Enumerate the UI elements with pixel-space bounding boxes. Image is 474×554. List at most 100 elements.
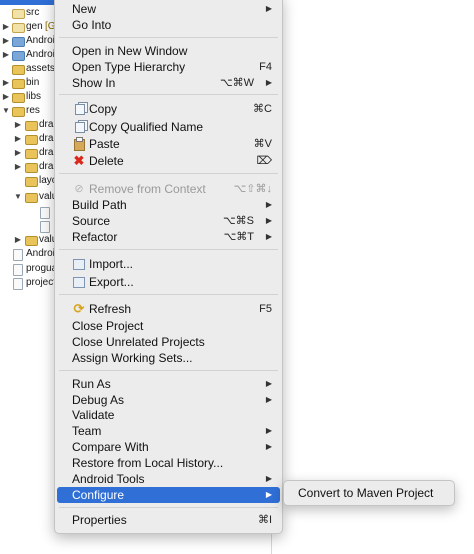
menu-separator <box>59 370 278 371</box>
folder-icon <box>12 65 25 75</box>
menu-separator <box>59 249 278 250</box>
menu-separator <box>59 37 278 38</box>
submenu-arrow-icon: ▶ <box>265 78 272 87</box>
tree-item-xml-file[interactable] <box>0 205 60 219</box>
folder-icon <box>25 149 38 159</box>
menu-item-show-in[interactable]: Show In ⌥⌘W ▶ <box>55 75 282 91</box>
menu-item-build-path[interactable]: Build Path ▶ <box>55 197 282 213</box>
expand-arrow-icon[interactable]: ▶ <box>14 233 22 247</box>
tree-item-proguard[interactable]: progua <box>0 262 60 276</box>
copy-icon <box>75 104 85 115</box>
export-icon <box>73 277 85 288</box>
expand-arrow-icon[interactable]: ▶ <box>2 34 10 48</box>
menu-item-import[interactable]: Import... <box>55 256 282 272</box>
menu-item-close-unrelated-projects[interactable]: Close Unrelated Projects <box>55 334 282 350</box>
menu-item-source[interactable]: Source ⌥⌘S ▶ <box>55 213 282 229</box>
tree-item-gen[interactable]: ▶ gen [G <box>0 20 60 34</box>
menu-item-properties[interactable]: Properties ⌘I <box>55 512 282 528</box>
menu-item-configure[interactable]: Configure ▶ <box>57 487 280 503</box>
tree-item-bin[interactable]: ▶ bin <box>0 76 60 90</box>
tree-item-android-lib[interactable]: ▶ Androi <box>0 34 60 48</box>
expand-arrow-icon[interactable]: ▶ <box>2 48 10 62</box>
menu-item-open-type-hierarchy[interactable]: Open Type Hierarchy F4 <box>55 59 282 75</box>
refresh-icon: ⟳ <box>73 301 85 316</box>
expand-arrow-icon[interactable]: ▶ <box>2 90 10 104</box>
submenu-arrow-icon: ▶ <box>265 4 272 13</box>
tree-item-drawable[interactable]: ▶ dra <box>0 118 60 132</box>
expand-arrow-icon[interactable]: ▶ <box>14 132 22 146</box>
menu-item-open-in-new-window[interactable]: Open in New Window <box>55 43 282 59</box>
submenu-arrow-icon: ▶ <box>265 216 272 225</box>
menu-item-debug-as[interactable]: Debug As ▶ <box>55 392 282 408</box>
remove-context-icon: ⊘ <box>74 183 84 195</box>
tree-item-values[interactable]: ▼ valu <box>0 190 60 204</box>
menu-separator <box>59 507 278 508</box>
tree-item-project-properties[interactable]: project <box>0 276 60 290</box>
menu-item-remove-from-context: ⊘ Remove from Context ⌥⇧⌘↓ <box>74 182 272 196</box>
context-menu: New ▶ Go Into Open in New Window Open Ty… <box>54 0 283 534</box>
expand-arrow-icon[interactable]: ▶ <box>14 118 22 132</box>
menu-item-copy[interactable]: Copy ⌘C <box>55 101 282 117</box>
file-icon <box>13 264 23 276</box>
folder-icon <box>12 107 25 117</box>
source-folder-icon <box>12 9 25 19</box>
menu-item-restore-local-history[interactable]: Restore from Local History... <box>55 455 282 471</box>
tree-item-drawable[interactable]: ▶ dra <box>0 160 60 174</box>
folder-icon <box>25 163 38 173</box>
tree-item-res[interactable]: ▼ res <box>0 104 60 118</box>
menu-item-convert-to-maven[interactable]: Convert to Maven Project <box>298 486 433 500</box>
menu-item-compare-with[interactable]: Compare With ▶ <box>55 439 282 455</box>
menu-item-assign-working-sets[interactable]: Assign Working Sets... <box>55 350 282 366</box>
expand-arrow-icon[interactable]: ▶ <box>2 76 10 90</box>
tree-item-android-manifest[interactable]: Androi <box>0 247 60 261</box>
source-folder-icon <box>12 23 25 33</box>
expand-arrow-icon[interactable]: ▶ <box>14 146 22 160</box>
expand-arrow-icon[interactable]: ▶ <box>2 20 10 34</box>
folder-icon <box>25 177 38 187</box>
menu-item-copy-qualified-name[interactable]: Copy Qualified Name <box>55 119 282 135</box>
menu-item-android-tools[interactable]: Android Tools ▶ <box>55 471 282 487</box>
file-icon <box>13 249 23 261</box>
submenu-arrow-icon: ▶ <box>265 490 272 499</box>
tree-item-assets[interactable]: assets <box>0 62 60 76</box>
menu-item-close-project[interactable]: Close Project <box>55 318 282 334</box>
collapse-arrow-icon[interactable]: ▼ <box>2 104 10 118</box>
menu-item-paste[interactable]: Paste ⌘V <box>55 136 282 152</box>
menu-item-refactor[interactable]: Refactor ⌥⌘T ▶ <box>55 229 282 245</box>
tree-item-layout[interactable]: layo <box>0 174 60 188</box>
menu-item-validate[interactable]: Validate <box>55 407 282 423</box>
project-explorer: src ▶ gen [G ▶ Androi ▶ Androi assets ▶ … <box>0 0 60 554</box>
paste-icon <box>76 137 83 142</box>
submenu-arrow-icon: ▶ <box>265 232 272 241</box>
tree-item-android-lib-2[interactable]: ▶ Androi <box>0 48 60 62</box>
menu-item-delete[interactable]: ✖ Delete ⌦ <box>55 153 282 169</box>
tree-item-drawable[interactable]: ▶ dra <box>0 132 60 146</box>
file-icon <box>13 278 23 290</box>
menu-item-team[interactable]: Team ▶ <box>55 423 282 439</box>
folder-icon <box>25 135 38 145</box>
folder-icon <box>25 193 38 203</box>
menu-item-go-into[interactable]: Go Into <box>55 17 282 33</box>
library-icon <box>12 51 25 61</box>
menu-separator <box>59 173 278 174</box>
tree-item-src[interactable]: src <box>0 6 60 20</box>
folder-icon <box>12 93 25 103</box>
collapse-arrow-icon[interactable]: ▼ <box>14 190 22 204</box>
xml-file-icon <box>40 207 50 219</box>
submenu-arrow-icon: ▶ <box>265 379 272 388</box>
tree-item-values-2[interactable]: ▶ valu <box>0 233 60 247</box>
menu-item-new[interactable]: New ▶ <box>55 1 282 17</box>
xml-file-icon <box>40 221 50 233</box>
menu-item-run-as[interactable]: Run As ▶ <box>55 376 282 392</box>
tree-item-xml-file[interactable] <box>0 219 60 233</box>
menu-separator <box>59 94 278 95</box>
library-icon <box>12 37 25 47</box>
selected-project-row[interactable] <box>0 0 60 5</box>
folder-icon <box>25 121 38 131</box>
submenu-arrow-icon: ▶ <box>265 426 272 435</box>
menu-item-export[interactable]: Export... <box>55 274 282 290</box>
tree-item-libs[interactable]: ▶ libs <box>0 90 60 104</box>
menu-item-refresh[interactable]: ⟳ Refresh F5 <box>55 301 282 317</box>
expand-arrow-icon[interactable]: ▶ <box>14 160 22 174</box>
tree-item-drawable[interactable]: ▶ dra <box>0 146 60 160</box>
